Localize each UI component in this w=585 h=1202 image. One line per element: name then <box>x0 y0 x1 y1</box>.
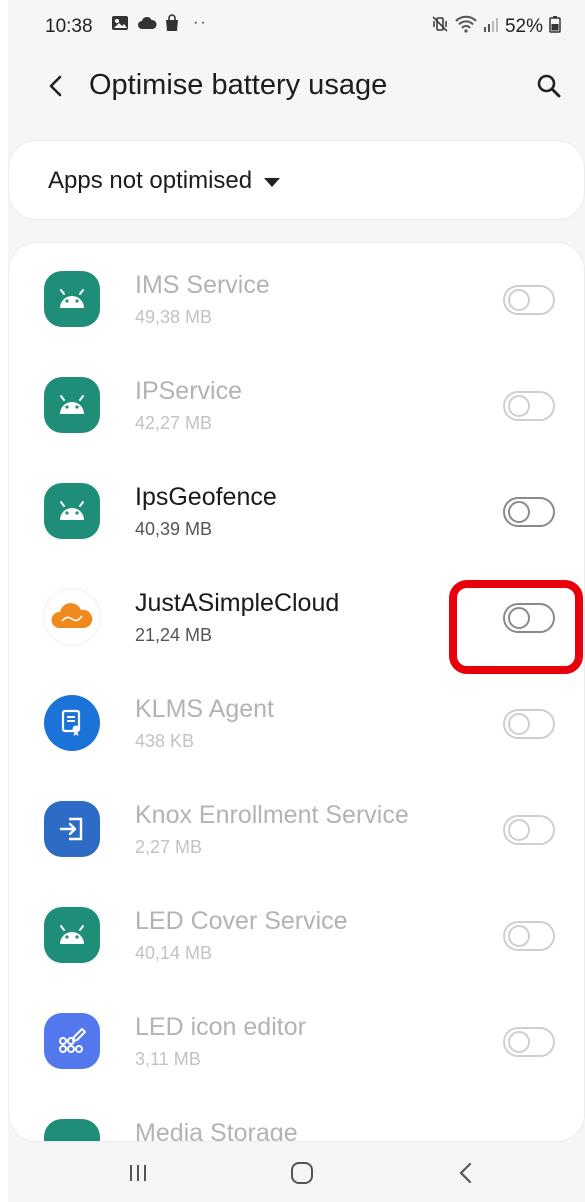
list-item[interactable]: KLMS Agent 438 KB <box>9 667 584 773</box>
toggle-switch[interactable] <box>503 1027 555 1057</box>
toggle-knob <box>508 713 530 735</box>
status-icons-left: ·· <box>111 14 208 32</box>
app-list: IMS Service 49,38 MB IPService 42,27 MB … <box>8 242 585 1142</box>
recents-button[interactable] <box>118 1159 158 1191</box>
app-name: LED icon editor <box>135 1013 306 1041</box>
gallery-icon <box>111 14 129 32</box>
navigation-bar <box>8 1145 585 1202</box>
app-name: IPService <box>135 377 242 405</box>
toggle-knob <box>508 607 530 629</box>
android-icon <box>44 377 100 433</box>
bag-icon <box>163 14 181 32</box>
app-size: 49,38 MB <box>135 307 213 327</box>
app-name: Media Storage <box>135 1119 298 1142</box>
app-name: IMS Service <box>135 271 270 299</box>
android-icon <box>44 1119 100 1141</box>
status-icons-right: 52% <box>431 15 561 39</box>
filter-card: Apps not optimised <box>8 140 585 220</box>
wifi-icon <box>455 15 477 39</box>
list-item[interactable]: IPService 42,27 MB <box>9 349 584 455</box>
chevron-left-icon <box>46 74 66 103</box>
app-size: 438 KB <box>135 731 195 751</box>
cloud-app-icon <box>44 589 100 645</box>
list-item[interactable]: Media Storage <box>9 1091 584 1142</box>
app-size: 42,27 MB <box>135 413 213 433</box>
battery-text: 52% <box>504 16 543 37</box>
dropdown-caret-icon <box>264 177 281 187</box>
home-icon <box>290 1161 314 1190</box>
search-icon <box>536 73 562 104</box>
app-name: IpsGeofence <box>135 483 277 511</box>
toggle-switch[interactable] <box>503 497 555 527</box>
back-icon <box>458 1162 474 1189</box>
list-item[interactable]: Knox Enrollment Service 2,27 MB <box>9 773 584 879</box>
app-size: 40,39 MB <box>135 519 213 539</box>
back-button[interactable] <box>38 70 74 106</box>
toggle-knob <box>508 395 530 417</box>
cloud-icon <box>137 14 157 32</box>
more-dots-icon: ·· <box>193 14 208 31</box>
list-item[interactable]: LED icon editor 3,11 MB <box>9 985 584 1091</box>
klms-agent-icon <box>44 695 100 751</box>
app-size: 2,27 MB <box>135 837 203 857</box>
list-item[interactable]: LED Cover Service 40,14 MB <box>9 879 584 985</box>
app-bar: Optimise battery usage <box>8 58 585 122</box>
toggle-switch[interactable] <box>503 921 555 951</box>
android-icon <box>44 907 100 963</box>
toggle-switch[interactable] <box>503 815 555 845</box>
mute-vibrate-icon <box>431 15 449 39</box>
battery-icon <box>549 15 561 39</box>
app-name: JustASimpleCloud <box>135 589 340 617</box>
list-item[interactable]: IpsGeofence 40,39 MB <box>9 455 584 561</box>
page-title: Optimise battery usage <box>89 69 388 101</box>
filter-dropdown[interactable]: Apps not optimised <box>48 167 281 195</box>
app-size: 21,24 MB <box>135 625 213 645</box>
toggle-knob <box>508 1031 530 1053</box>
recents-icon <box>127 1163 149 1188</box>
home-button[interactable] <box>282 1159 322 1191</box>
list-item[interactable]: JustASimpleCloud 21,24 MB <box>9 561 584 667</box>
knox-enroll-icon <box>44 801 100 857</box>
android-icon <box>44 271 100 327</box>
app-size: 40,14 MB <box>135 943 213 963</box>
screen: 10:38 ·· 52% Optimise battery usage Apps… <box>8 0 585 1202</box>
list-item[interactable]: IMS Service 49,38 MB <box>9 243 584 349</box>
app-name: Knox Enrollment Service <box>135 801 409 829</box>
toggle-knob <box>508 289 530 311</box>
filter-label: Apps not optimised <box>48 167 253 194</box>
status-bar: 10:38 ·· 52% <box>8 0 585 58</box>
toggle-switch[interactable] <box>503 391 555 421</box>
toggle-switch[interactable] <box>503 603 555 633</box>
android-icon <box>44 483 100 539</box>
toggle-switch[interactable] <box>503 285 555 315</box>
app-name: KLMS Agent <box>135 695 274 723</box>
toggle-knob <box>508 501 530 523</box>
led-editor-icon <box>44 1013 100 1069</box>
toggle-knob <box>508 819 530 841</box>
app-size: 3,11 MB <box>135 1049 201 1069</box>
toggle-knob <box>508 925 530 947</box>
toggle-switch[interactable] <box>503 709 555 739</box>
status-time: 10:38 <box>45 16 93 37</box>
app-name: LED Cover Service <box>135 907 348 935</box>
search-button[interactable] <box>529 68 569 108</box>
nav-back-button[interactable] <box>446 1159 486 1191</box>
signal-icon <box>483 15 499 39</box>
